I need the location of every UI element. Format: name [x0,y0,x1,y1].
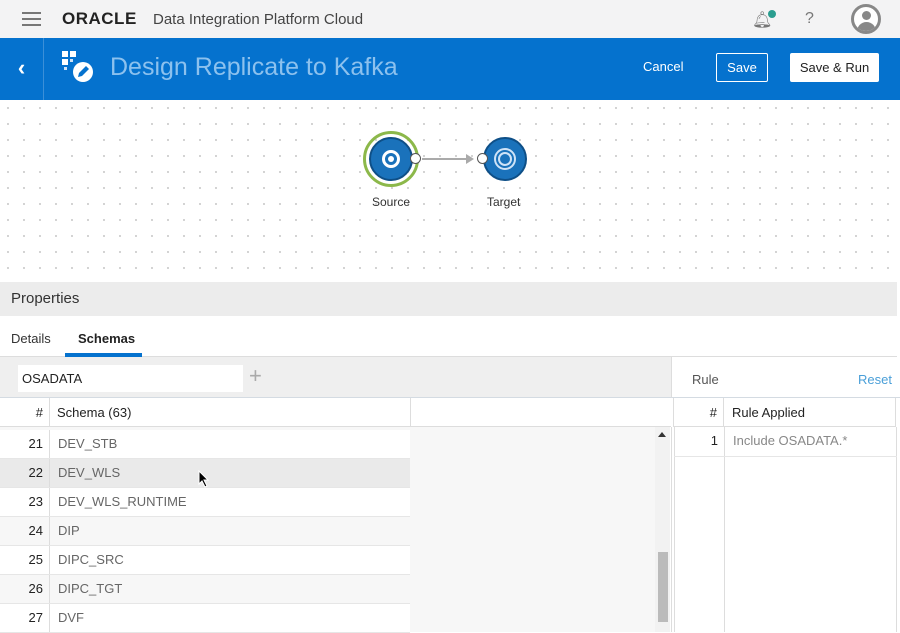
user-avatar-icon[interactable] [851,4,881,34]
source-label: Source [372,195,411,209]
properties-header: Properties [0,282,897,316]
top-bar: ORACLE Data Integration Platform Cloud 🔔… [0,0,900,38]
target-label: Target [487,195,521,209]
scroll-up-arrow-icon[interactable] [658,432,666,437]
schema-name: DVF [58,610,84,625]
target-node[interactable] [483,137,527,181]
cancel-button[interactable]: Cancel [643,59,683,74]
tab-schemas[interactable]: Schemas [78,331,135,346]
column-header-number: # [0,398,50,427]
rule-column-header-applied: Rule Applied [724,398,896,427]
schema-name: DEV_STB [58,436,118,451]
rule-row[interactable]: 1 Include OSADATA.* [674,427,897,457]
rule-column-header-number: # [673,398,724,427]
target-input-port[interactable] [477,153,488,164]
schema-name: DIP [58,523,80,538]
table-row[interactable]: 25 DIPC_SRC [0,546,410,575]
hamburger-menu-icon[interactable] [22,12,41,26]
row-number: 25 [0,546,50,574]
schema-name: DIPC_SRC [58,552,124,567]
save-button[interactable]: Save [716,53,768,82]
app-title: Data Integration Platform Cloud [153,11,364,28]
page-header: ‹ Design Replicate to Kafka Cancel Save … [0,38,900,100]
help-icon[interactable]: ? [805,10,814,28]
row-number: 23 [0,488,50,516]
row-number: 21 [0,430,50,458]
rule-text: Include OSADATA.* [733,433,848,448]
table-row[interactable]: 21 DEV_STB [0,430,410,459]
rule-title: Rule [692,372,719,387]
oracle-logo: ORACLE [62,9,137,28]
schema-name: DEV_WLS [58,465,121,480]
row-number: 26 [0,575,50,603]
scrollbar-thumb[interactable] [658,552,668,622]
column-header-schema[interactable]: Schema (63) [50,398,411,427]
rule-row-number: 1 [710,433,718,448]
row-number: 27 [0,604,50,632]
properties-tabs: Details Schemas [0,316,897,357]
save-and-run-button[interactable]: Save & Run [790,53,879,82]
rule-toolbar: Rule Reset [671,357,900,398]
tab-details[interactable]: Details [11,331,51,346]
page-title: Design Replicate to Kafka [110,53,398,81]
back-button[interactable]: ‹ [0,38,44,100]
notification-badge [768,10,776,18]
schema-table-body: 21 DEV_STB 22 DEV_WLS 23 DEV_WLS_RUNTIME 24… [0,427,655,633]
connection-arrow [422,154,474,164]
schema-name: DIPC_TGT [58,581,123,596]
table-row[interactable]: 27 DVF [0,604,410,633]
source-node[interactable] [369,137,413,181]
schema-filter-input[interactable]: OSADATA [18,365,243,392]
design-canvas[interactable]: Source Target [0,100,897,282]
source-output-port[interactable] [410,153,421,164]
schema-name: DEV_WLS_RUNTIME [58,494,187,509]
add-rule-button[interactable]: + [249,363,262,389]
table-row[interactable]: 23 DEV_WLS_RUNTIME [0,488,410,517]
table-row[interactable]: 24 DIP [0,517,410,546]
schema-toolbar: OSADATA + [0,357,671,398]
properties-title: Properties [11,290,80,307]
reset-link[interactable]: Reset [858,372,892,387]
rule-table-body: 1 Include OSADATA.* [671,427,900,632]
column-header-empty [411,398,671,427]
table-row[interactable]: 26 DIPC_TGT [0,575,410,604]
row-number: 24 [0,517,50,545]
row-number: 22 [0,459,50,487]
design-icon [62,51,93,82]
mouse-cursor-icon [198,470,210,488]
